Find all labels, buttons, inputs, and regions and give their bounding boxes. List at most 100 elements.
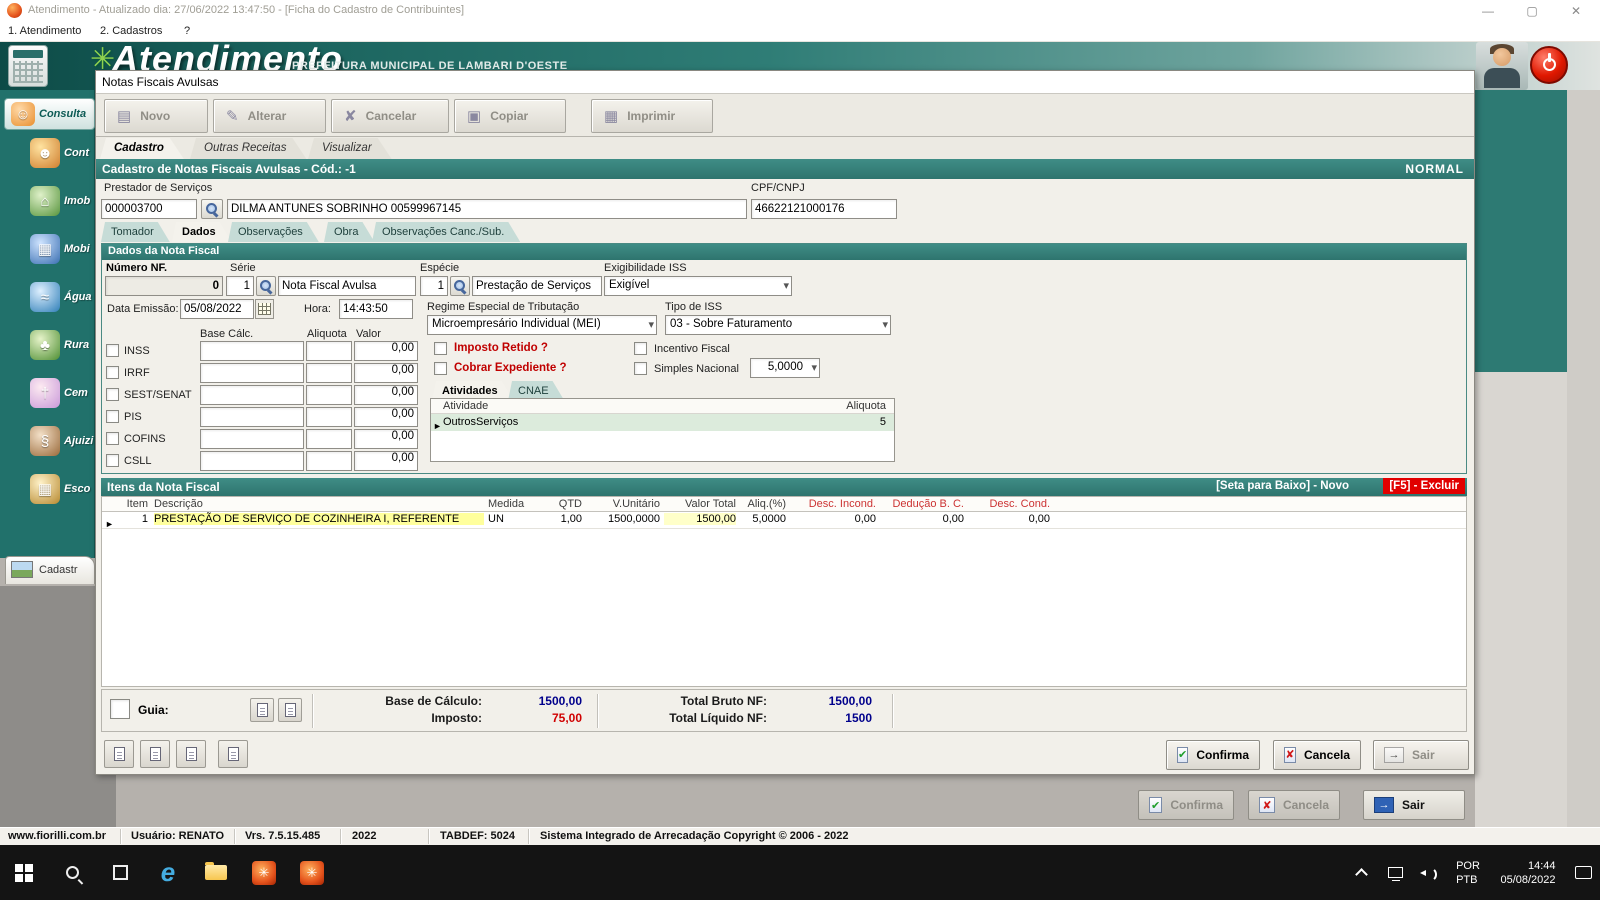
- serie-field[interactable]: [226, 276, 254, 296]
- tab-outras-receitas[interactable]: Outras Receitas: [190, 138, 306, 159]
- confirma-button[interactable]: ✔ Confirma: [1166, 740, 1260, 770]
- inss-valor-field[interactable]: 0,00: [354, 341, 418, 361]
- outer-exit-button[interactable]: → Sair: [1363, 790, 1465, 820]
- nav-last-button[interactable]: [218, 740, 248, 768]
- calendar-button[interactable]: [255, 299, 274, 319]
- sest-base-field[interactable]: [200, 385, 304, 405]
- cancelar-button[interactable]: ✘ Cancelar: [331, 99, 449, 133]
- cpf-field[interactable]: [751, 199, 897, 219]
- nav-next-button[interactable]: [176, 740, 206, 768]
- status-site[interactable]: www.fiorilli.com.br: [8, 830, 106, 842]
- irrf-checkbox[interactable]: [106, 366, 119, 379]
- prestador-code-field[interactable]: [101, 199, 197, 219]
- tab-cadastro[interactable]: Cadastro: [100, 138, 184, 159]
- language-tray-button[interactable]: POR PTB: [1446, 845, 1490, 900]
- pis-aliquota-field[interactable]: [306, 407, 352, 427]
- menu-atendimento[interactable]: 1. Atendimento: [8, 25, 81, 37]
- guia-checkbox[interactable]: [110, 699, 130, 719]
- sidebar-item-mobiliario[interactable]: ▦ Mobi: [30, 234, 90, 264]
- tab-dados[interactable]: Dados: [172, 222, 232, 242]
- cobrar-expediente-checkbox[interactable]: [434, 362, 447, 375]
- sidebar-item-agua[interactable]: ≈ Água: [30, 282, 92, 312]
- maximize-button[interactable]: ▢: [1510, 0, 1554, 22]
- tab-observacoes-canc[interactable]: Observações Canc./Sub.: [372, 222, 520, 242]
- sest-aliquota-field[interactable]: [306, 385, 352, 405]
- irrf-valor-field[interactable]: 0,00: [354, 363, 418, 383]
- serie-search-button[interactable]: [256, 276, 276, 296]
- close-button[interactable]: ✕: [1554, 0, 1598, 22]
- clock-tray-button[interactable]: 14:44 05/08/2022: [1490, 845, 1566, 900]
- guia-copy-button[interactable]: [250, 698, 274, 722]
- novo-button[interactable]: ▤ Novo: [104, 99, 208, 133]
- sidebar-item-ajuizadas[interactable]: § Ajuizi: [30, 426, 93, 456]
- item-row[interactable]: 1 PRESTAÇÃO DE SERVIÇO DE COZINHEIRA I, …: [102, 512, 1466, 529]
- inss-checkbox[interactable]: [106, 344, 119, 357]
- minimize-button[interactable]: —: [1466, 0, 1510, 22]
- serie-nome-field[interactable]: [278, 276, 416, 296]
- menu-cadastros[interactable]: 2. Cadastros: [100, 25, 162, 37]
- cofins-base-field[interactable]: [200, 429, 304, 449]
- sidebar-item-rural[interactable]: ♣ Rura: [30, 330, 89, 360]
- alterar-button[interactable]: ✎ Alterar: [213, 99, 326, 133]
- pis-valor-field[interactable]: 0,00: [354, 407, 418, 427]
- imprimir-button[interactable]: ▦ Imprimir: [591, 99, 713, 133]
- exigibilidade-select[interactable]: Exigível: [604, 276, 792, 296]
- sidebar-item-escola[interactable]: ▦ Esco: [30, 474, 90, 504]
- irrf-base-field[interactable]: [200, 363, 304, 383]
- data-emissao-field[interactable]: [180, 299, 254, 319]
- tab-visualizar[interactable]: Visualizar: [308, 138, 392, 159]
- start-button[interactable]: [0, 845, 48, 900]
- irrf-aliquota-field[interactable]: [306, 363, 352, 383]
- tab-tomador[interactable]: Tomador: [101, 222, 170, 242]
- notification-center-button[interactable]: [1566, 845, 1600, 900]
- sidebar-item-imobiliario[interactable]: ⌂ Imob: [30, 186, 90, 216]
- csll-valor-field[interactable]: 0,00: [354, 451, 418, 471]
- especie-search-button[interactable]: [450, 276, 470, 296]
- sidebar-item-cemiterio[interactable]: † Cem: [30, 378, 88, 408]
- menu-help[interactable]: ?: [184, 25, 190, 37]
- imposto-retido-checkbox[interactable]: [434, 342, 447, 355]
- tab-obra[interactable]: Obra: [324, 222, 374, 242]
- sidebar-item-cadastros[interactable]: Cadastr: [5, 556, 95, 584]
- sest-valor-field[interactable]: 0,00: [354, 385, 418, 405]
- especie-nome-field[interactable]: [472, 276, 602, 296]
- taskbar-search-button[interactable]: [48, 845, 96, 900]
- app-taskbar-button-1[interactable]: ✳: [240, 845, 288, 900]
- file-explorer-button[interactable]: [192, 845, 240, 900]
- regime-select[interactable]: Microempresário Individual (MEI): [427, 315, 657, 335]
- cofins-checkbox[interactable]: [106, 432, 119, 445]
- csll-aliquota-field[interactable]: [306, 451, 352, 471]
- inss-aliquota-field[interactable]: [306, 341, 352, 361]
- app-taskbar-button-2[interactable]: ✳: [288, 845, 336, 900]
- edge-button[interactable]: e: [144, 845, 192, 900]
- task-view-button[interactable]: [96, 845, 144, 900]
- atividade-row[interactable]: OutrosServiços 5: [431, 414, 894, 431]
- cofins-aliquota-field[interactable]: [306, 429, 352, 449]
- prestador-name-field[interactable]: [227, 199, 747, 219]
- exit-power-button[interactable]: [1530, 46, 1568, 84]
- volume-tray-button[interactable]: [1412, 845, 1446, 900]
- cancela-button[interactable]: ✘ Cancela: [1273, 740, 1361, 770]
- inss-base-field[interactable]: [200, 341, 304, 361]
- pis-checkbox[interactable]: [106, 410, 119, 423]
- sair-button[interactable]: → Sair: [1373, 740, 1469, 770]
- hora-field[interactable]: [339, 299, 413, 319]
- outer-confirm-button[interactable]: ✔ Confirma: [1138, 790, 1234, 820]
- prestador-search-button[interactable]: [201, 199, 223, 219]
- numero-field[interactable]: [105, 276, 223, 296]
- pis-base-field[interactable]: [200, 407, 304, 427]
- copiar-button[interactable]: ▣ Copiar: [454, 99, 566, 133]
- cofins-valor-field[interactable]: 0,00: [354, 429, 418, 449]
- tipo-iss-select[interactable]: 03 - Sobre Faturamento: [665, 315, 891, 335]
- nav-first-button[interactable]: [104, 740, 134, 768]
- sidebar-item-contribuintes[interactable]: ☻ Cont: [30, 138, 89, 168]
- especie-field[interactable]: [420, 276, 448, 296]
- csll-base-field[interactable]: [200, 451, 304, 471]
- nav-prev-button[interactable]: [140, 740, 170, 768]
- tray-chevron-button[interactable]: [1344, 845, 1378, 900]
- incentivo-checkbox[interactable]: [634, 342, 647, 355]
- sest-checkbox[interactable]: [106, 388, 119, 401]
- simples-aliquota-select[interactable]: 5,0000: [750, 358, 820, 378]
- outer-cancel-button[interactable]: ✘ Cancela: [1248, 790, 1340, 820]
- network-tray-button[interactable]: [1378, 845, 1412, 900]
